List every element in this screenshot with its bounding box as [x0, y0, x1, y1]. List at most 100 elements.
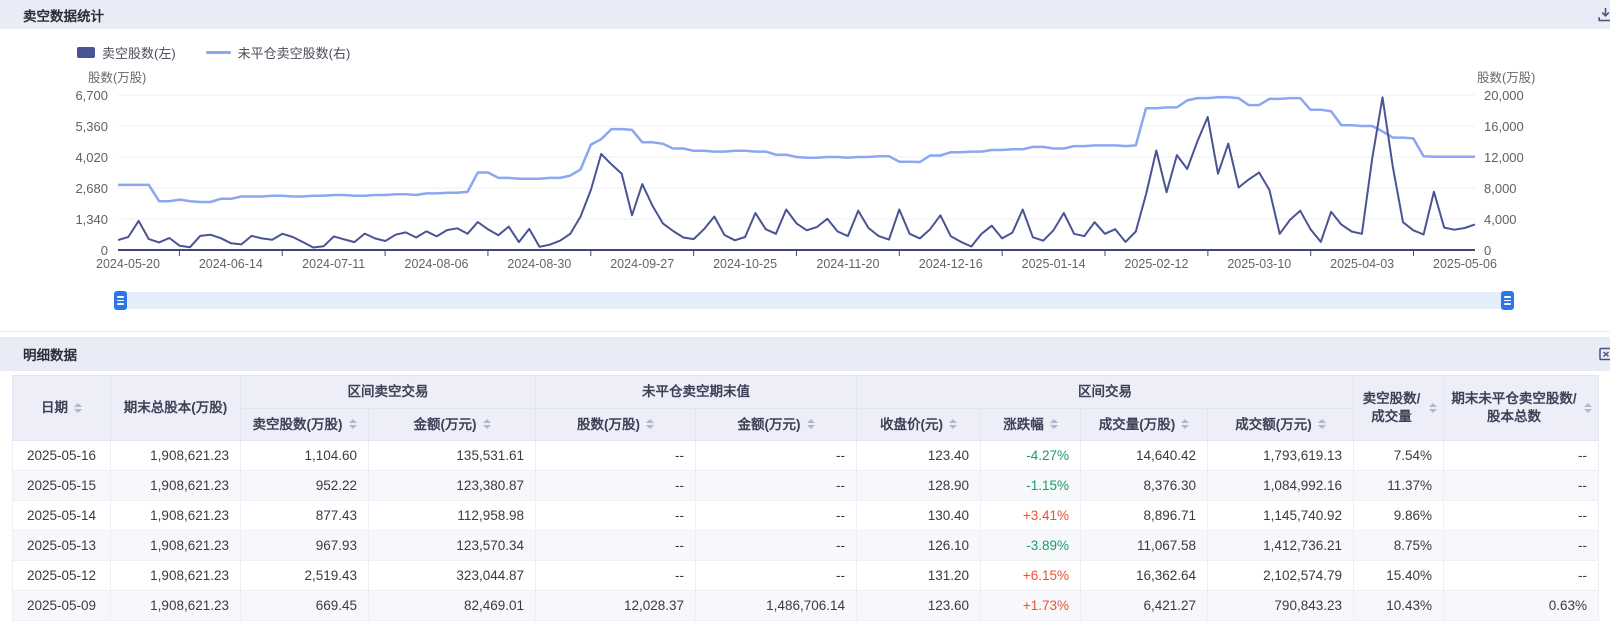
table-cell: 790,843.23: [1208, 591, 1354, 621]
table-cell: 1,412,736.21: [1208, 531, 1354, 561]
sort-icon[interactable]: [74, 403, 82, 413]
slider-left-handle[interactable]: [114, 291, 127, 310]
download-icon[interactable]: [1597, 6, 1610, 23]
table-cell: --: [696, 501, 857, 531]
table-cell: 2,102,574.79: [1208, 561, 1354, 591]
legend-label: 卖空股数(左): [102, 43, 176, 62]
sort-icon[interactable]: [1050, 419, 1058, 429]
sort-icon[interactable]: [646, 419, 654, 429]
legend-item-short-shares[interactable]: 卖空股数(左): [77, 43, 176, 62]
date-cell: 2025-05-15: [13, 471, 111, 501]
table-cell: 1,104.60: [241, 441, 369, 471]
column-header[interactable]: 股数(万股): [536, 409, 696, 441]
column-header[interactable]: 卖空股数/成交量: [1354, 376, 1444, 441]
table-cell: --: [536, 561, 696, 591]
x-axis-tick-label: 2025-03-10: [1204, 257, 1314, 271]
table-cell: 123,570.34: [369, 531, 536, 561]
table-cell: 1,084,992.16: [1208, 471, 1354, 501]
column-header-label: 区间卖空交易: [348, 383, 429, 401]
table-cell: 8.75%: [1354, 531, 1444, 561]
table-cell: --: [536, 501, 696, 531]
column-header-label: 日期: [41, 399, 68, 417]
table-row: 2025-05-151,908,621.23952.22123,380.87--…: [13, 471, 1599, 501]
table-row: 2025-05-131,908,621.23967.93123,570.34--…: [13, 531, 1599, 561]
x-axis-tick-label: 2024-10-25: [690, 257, 800, 271]
table-cell: 126.10: [857, 531, 981, 561]
right-axis-tick: 20,000: [1484, 88, 1554, 103]
sort-icon[interactable]: [349, 419, 357, 429]
column-header-label: 期末未平仓卖空股数/股本总数: [1450, 390, 1578, 425]
table-cell: 323,044.87: [369, 561, 536, 591]
column-header[interactable]: 卖空股数(万股): [241, 409, 369, 441]
table-cell: 10.43%: [1354, 591, 1444, 621]
table-cell: 123.40: [857, 441, 981, 471]
column-header[interactable]: 成交额(万元): [1208, 409, 1354, 441]
table-cell: 131.20: [857, 561, 981, 591]
x-axis-tick-label: 2024-11-20: [793, 257, 903, 271]
chart-range-slider[interactable]: [118, 292, 1510, 309]
column-header-label: 金额(万元): [738, 416, 801, 434]
sort-icon[interactable]: [1181, 419, 1189, 429]
table-cell: --: [696, 531, 857, 561]
column-header[interactable]: 金额(万元): [696, 409, 857, 441]
table-cell: +6.15%: [981, 561, 1081, 591]
table-cell: 1,486,706.14: [696, 591, 857, 621]
details-title: 明细数据: [23, 344, 77, 364]
table-cell: --: [1444, 531, 1599, 561]
x-axis-tick-label: 2025-01-14: [999, 257, 1109, 271]
table-row: 2025-05-121,908,621.232,519.43323,044.87…: [13, 561, 1599, 591]
series-line-short-shares: [118, 97, 1475, 247]
right-axis-tick: 8,000: [1484, 181, 1554, 196]
x-axis-tick-label: 2024-08-30: [484, 257, 594, 271]
legend-item-open-short-shares[interactable]: 未平仓卖空股数(右): [206, 43, 351, 62]
column-header[interactable]: 收盘价(元): [857, 409, 981, 441]
table-cell: --: [1444, 501, 1599, 531]
date-cell: 2025-05-13: [13, 531, 111, 561]
sort-icon[interactable]: [1584, 403, 1592, 413]
table-cell: -3.89%: [981, 531, 1081, 561]
column-header-label: 卖空股数(万股): [253, 416, 343, 434]
table-cell: --: [536, 531, 696, 561]
column-header-label: 未平仓卖空期末值: [642, 383, 750, 401]
column-header: 期末总股本(万股): [111, 376, 241, 441]
right-axis-tick: 4,000: [1484, 212, 1554, 227]
table-cell: 1,908,621.23: [111, 531, 241, 561]
sort-icon[interactable]: [1318, 419, 1326, 429]
slider-right-handle[interactable]: [1501, 291, 1514, 310]
table-cell: --: [1444, 471, 1599, 501]
table-cell: 1,908,621.23: [111, 441, 241, 471]
table-cell: 967.93: [241, 531, 369, 561]
column-header[interactable]: 成交量(万股): [1081, 409, 1208, 441]
column-header-label: 期末总股本(万股): [124, 399, 228, 417]
chart-legend: 卖空股数(左) 未平仓卖空股数(右): [77, 43, 350, 62]
table-cell: 1,793,619.13: [1208, 441, 1354, 471]
column-header[interactable]: 期末未平仓卖空股数/股本总数: [1444, 376, 1599, 441]
column-header[interactable]: 涨跌幅: [981, 409, 1081, 441]
column-header[interactable]: 日期: [13, 376, 111, 441]
right-axis-tick: 12,000: [1484, 150, 1554, 165]
left-axis-tick: 0: [8, 243, 108, 258]
line-swatch-icon: [206, 51, 231, 55]
column-header[interactable]: 金额(万元): [369, 409, 536, 441]
left-axis-tick: 2,680: [8, 181, 108, 196]
sort-icon[interactable]: [483, 419, 491, 429]
sort-icon[interactable]: [1429, 403, 1437, 413]
table-cell: 1,908,621.23: [111, 561, 241, 591]
table-cell: +1.73%: [981, 591, 1081, 621]
export-icon[interactable]: [1598, 346, 1610, 362]
table-cell: --: [1444, 441, 1599, 471]
table-cell: -4.27%: [981, 441, 1081, 471]
left-axis-tick: 1,340: [8, 212, 108, 227]
table-cell: +3.41%: [981, 501, 1081, 531]
left-axis-tick: 6,700: [8, 88, 108, 103]
short-selling-chart-panel: 卖空股数(左) 未平仓卖空股数(右) 股数(万股) 股数(万股) 6,7005,…: [0, 29, 1610, 331]
left-axis-tick: 4,020: [8, 150, 108, 165]
sort-icon[interactable]: [949, 419, 957, 429]
date-cell: 2025-05-14: [13, 501, 111, 531]
sort-icon[interactable]: [807, 419, 815, 429]
stats-header-bar: 卖空数据统计: [0, 0, 1610, 29]
x-axis-tick-label: 2024-09-27: [587, 257, 697, 271]
table-cell: 135,531.61: [369, 441, 536, 471]
left-axis-unit: 股数(万股): [88, 67, 146, 86]
legend-label: 未平仓卖空股数(右): [238, 43, 351, 62]
